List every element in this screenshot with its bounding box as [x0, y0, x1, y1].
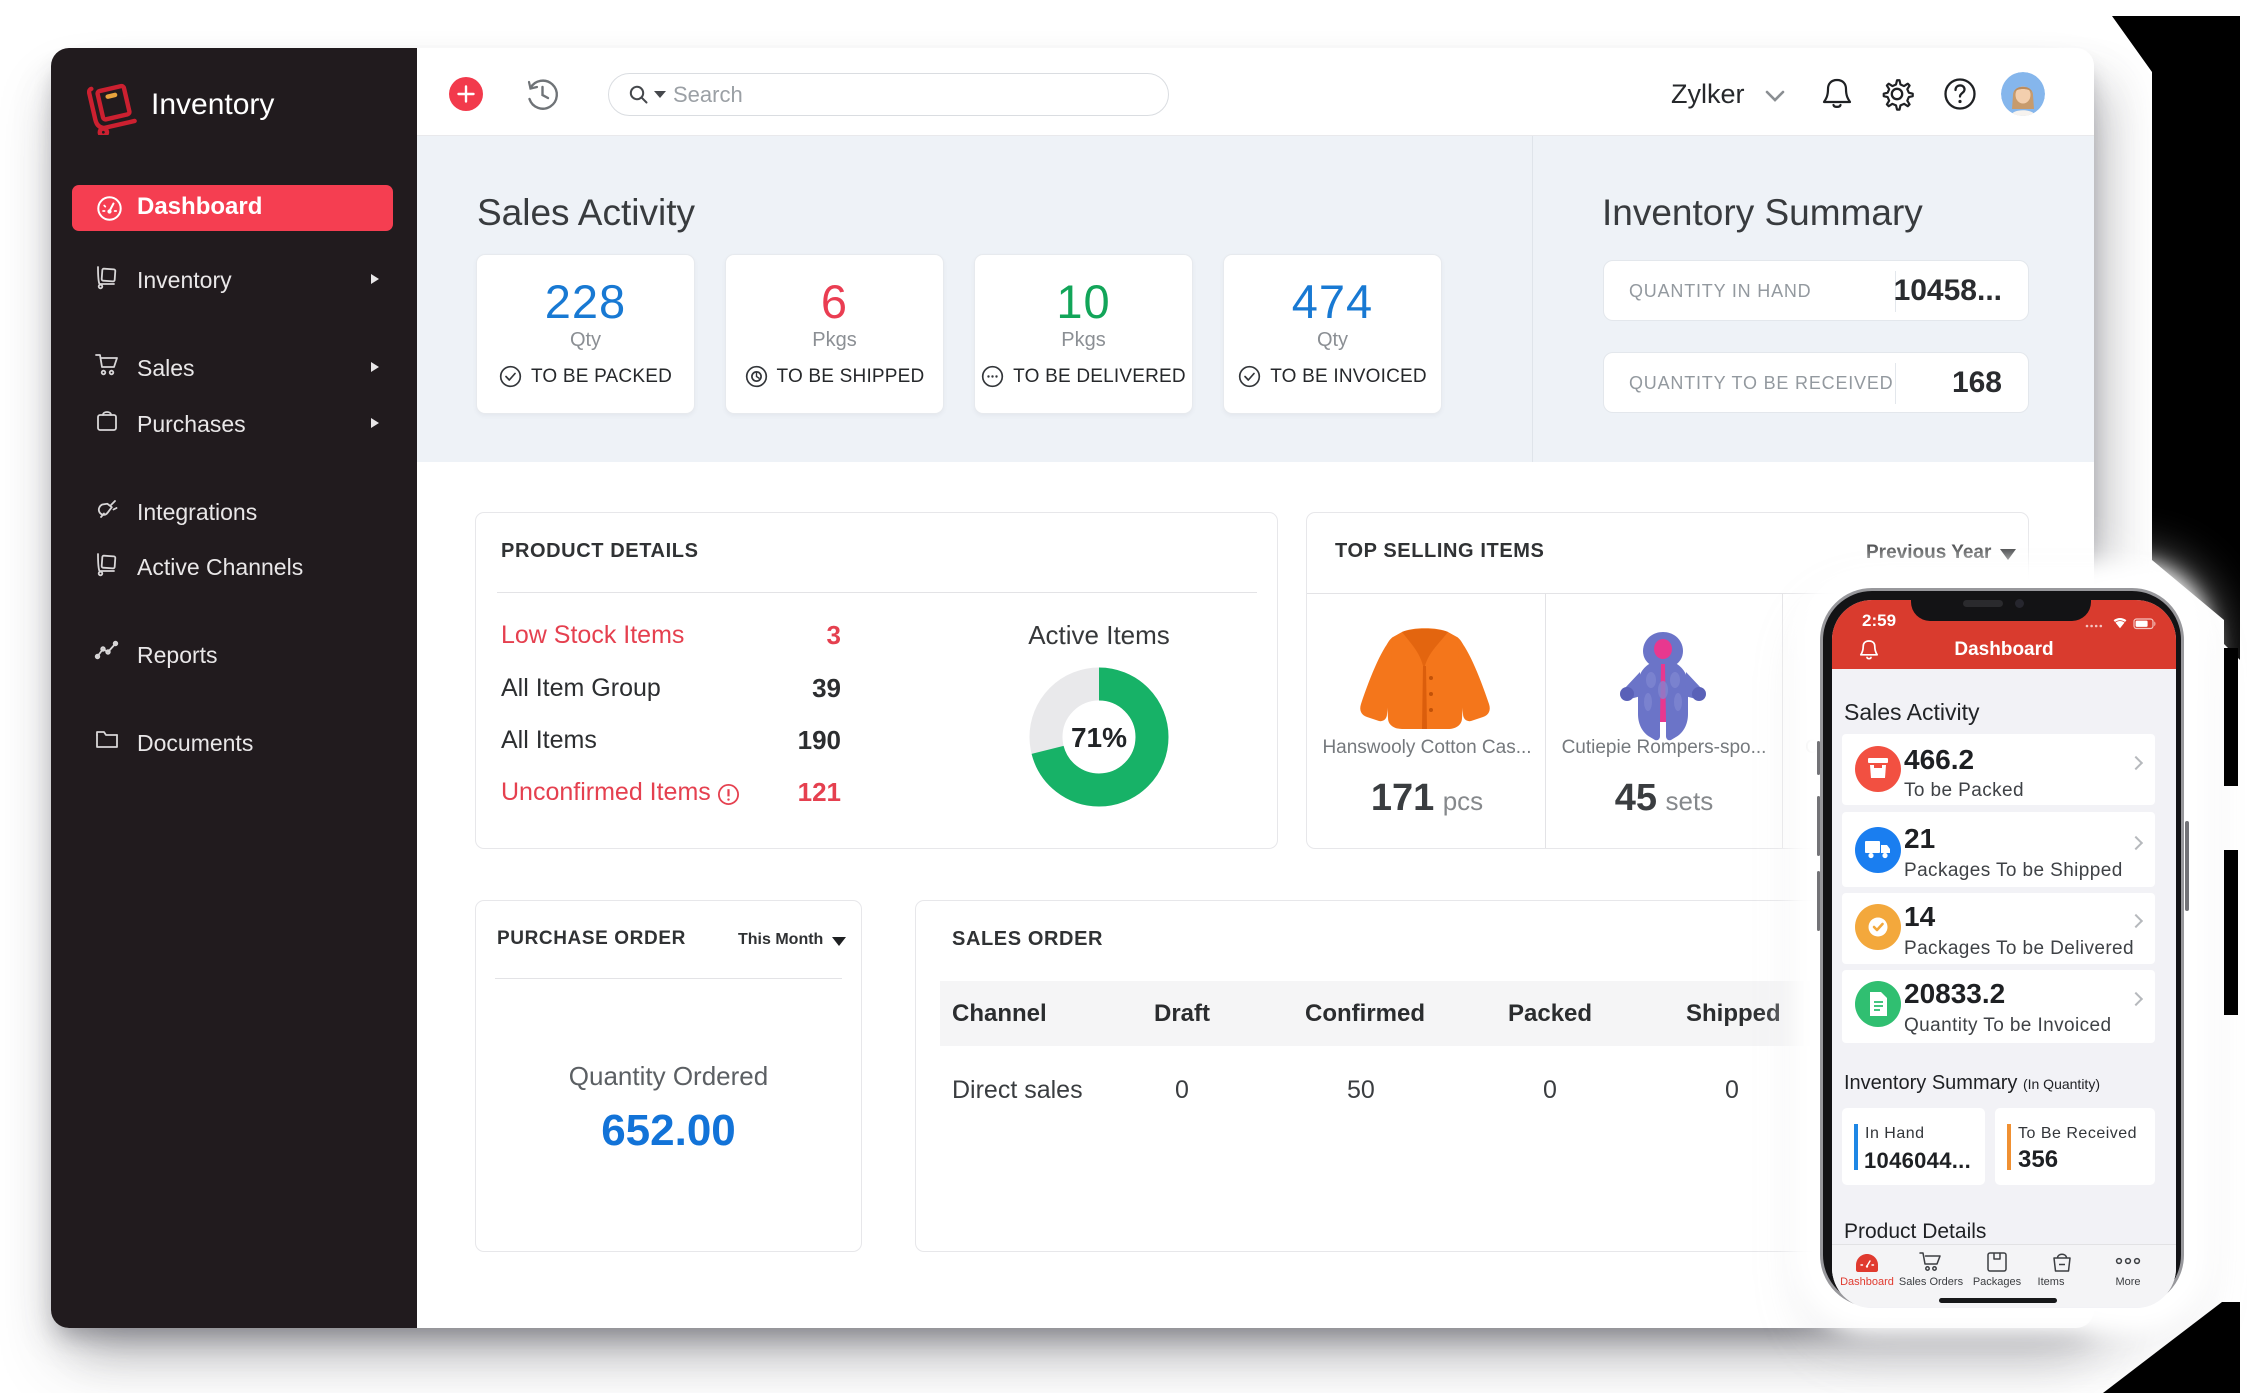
svg-text:71%: 71%	[1071, 722, 1127, 753]
